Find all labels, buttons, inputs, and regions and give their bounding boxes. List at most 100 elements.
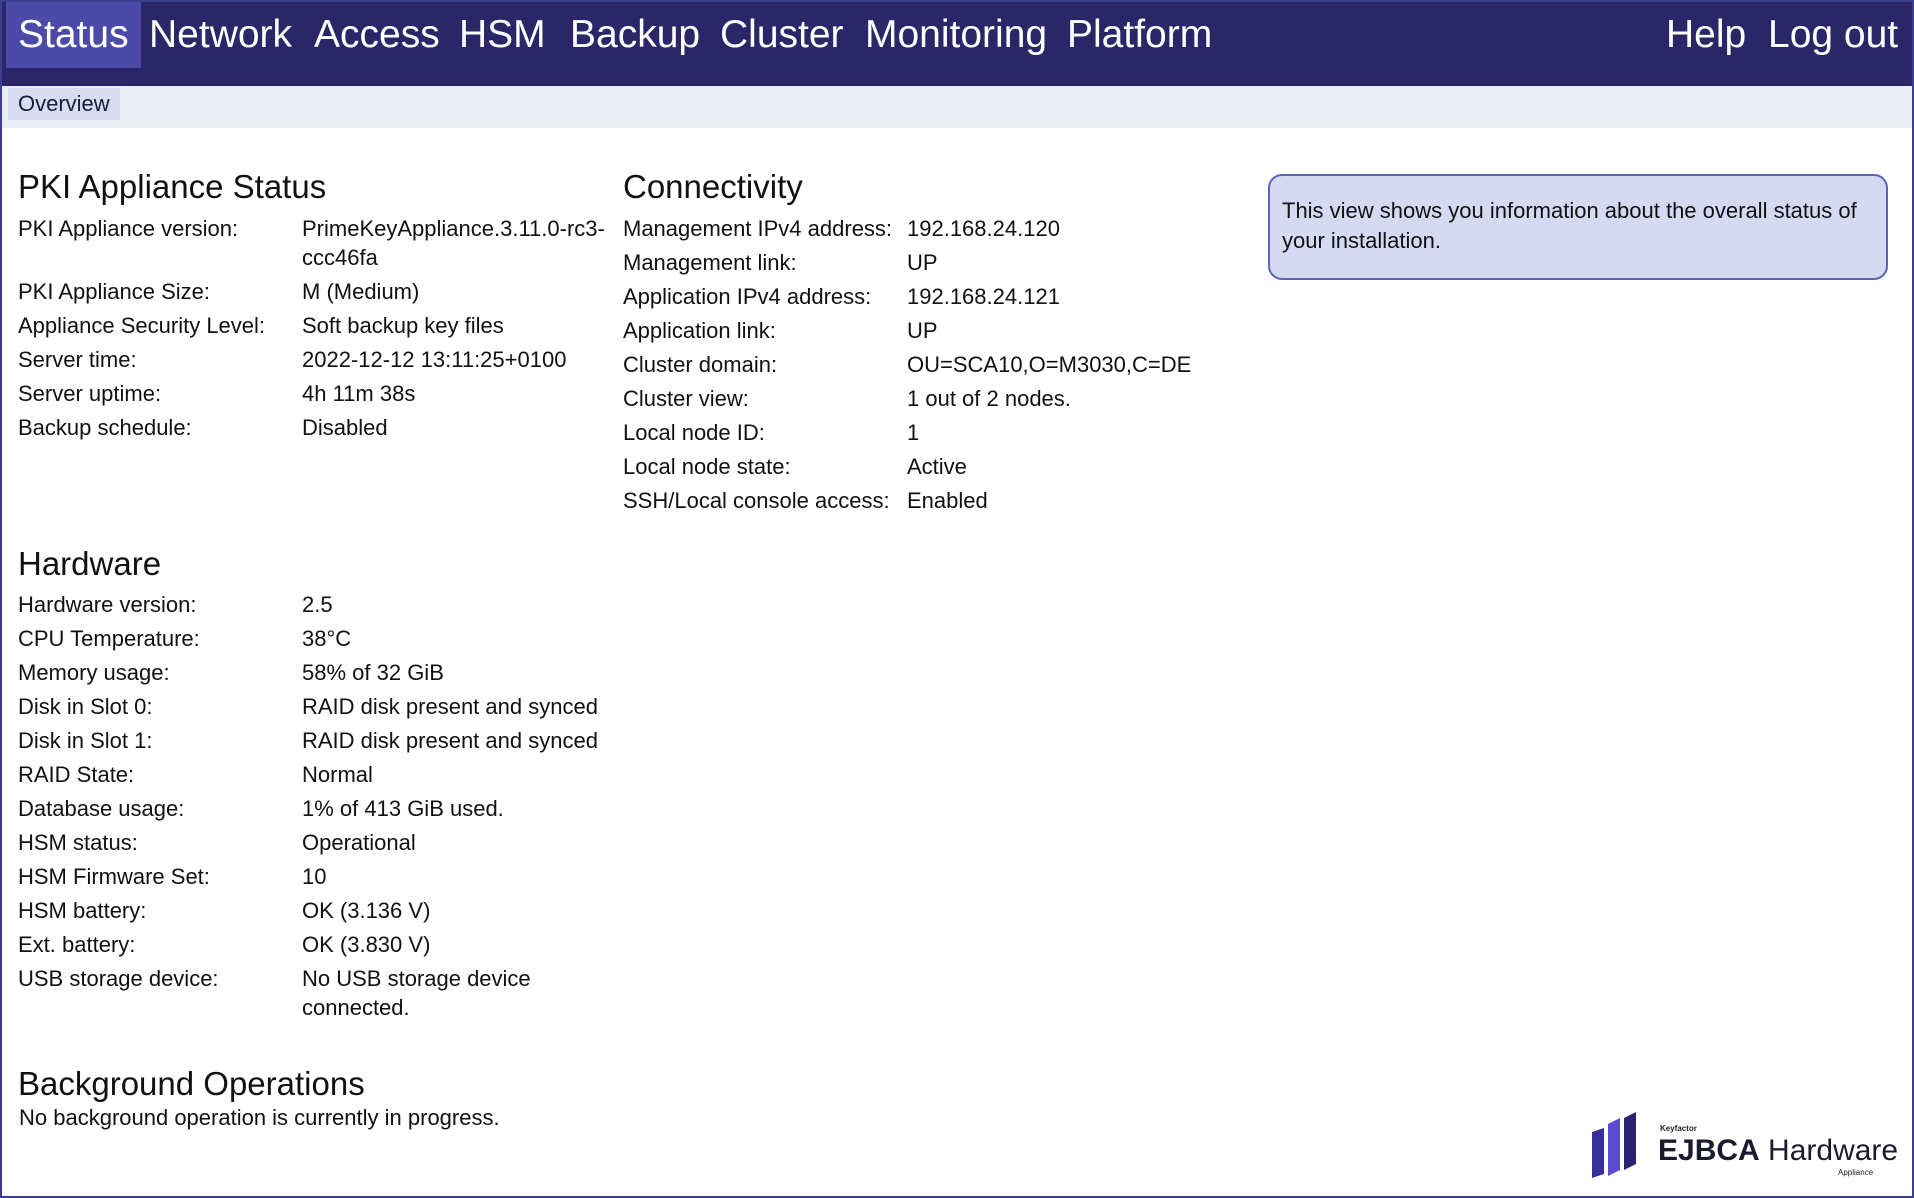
kv-label: Cluster view:: [623, 386, 749, 411]
kv-value: 58% of 32 GiB: [302, 660, 444, 685]
kv-row: Server time: 2022-12-12 13:11:25+0100: [18, 343, 618, 377]
kv-label: HSM battery:: [18, 898, 147, 923]
logo-brand-small: Keyfactor: [1660, 1124, 1697, 1133]
ejbca-logo: Keyfactor EJBCA Hardware Appliance: [1590, 1112, 1898, 1182]
kv-value: RAID disk present and synced: [302, 728, 598, 753]
kv-label: HSM status:: [18, 830, 138, 855]
kv-value: 1: [907, 420, 920, 445]
kv-label: Disk in Slot 1:: [18, 728, 153, 753]
kv-value: PrimeKeyAppliance.3.11.0-rc3-ccc46fa: [302, 216, 605, 270]
kv-label: USB storage device:: [18, 966, 219, 991]
logo-sub: Appliance: [1838, 1168, 1874, 1177]
hardware-heading: Hardware: [18, 545, 162, 582]
kv-row: Ext. battery: OK (3.830 V): [18, 928, 638, 962]
kv-row: PKI Appliance version: PrimeKeyAppliance.…: [18, 212, 618, 275]
kv-value: 10: [302, 864, 327, 889]
kv-row: Application link: UP: [623, 314, 1223, 348]
kv-row: Cluster view: 1 out of 2 nodes.: [623, 382, 1223, 416]
kv-value: Normal: [302, 762, 373, 787]
kv-row: USB storage device: No USB storage device…: [18, 962, 638, 1025]
kv-label: Application IPv4 address:: [623, 284, 872, 309]
kv-row: Server uptime: 4h 11m 38s: [18, 377, 618, 411]
kv-value: UP: [907, 250, 938, 275]
kv-row: Management link: UP: [623, 246, 1223, 280]
logo-brand: EJBCA Hardware: [1658, 1134, 1898, 1168]
kv-row: PKI Appliance Size: M (Medium): [18, 275, 618, 309]
nav-logout[interactable]: Log out: [1756, 2, 1910, 68]
nav-hsm[interactable]: HSM: [447, 2, 558, 68]
info-box: This view shows you information about th…: [1268, 174, 1888, 280]
kv-value: OK (3.136 V): [302, 898, 431, 923]
kv-value: 1 out of 2 nodes.: [907, 386, 1071, 411]
nav-access[interactable]: Access: [302, 2, 452, 68]
kv-label: PKI Appliance version:: [18, 216, 239, 241]
kv-row: Appliance Security Level: Soft backup key…: [18, 309, 618, 343]
kv-value: 192.168.24.121: [907, 284, 1060, 309]
kv-value: OU=SCA10,O=M3030,C=DE: [907, 352, 1192, 377]
connectivity-list: Management IPv4 address: 192.168.24.120 Ma…: [623, 212, 1223, 518]
connectivity-heading: Connectivity: [623, 168, 803, 205]
hardware-list: Hardware version: 2.5 CPU Temperature: 38°C…: [18, 588, 638, 1025]
kv-value: 1% of 413 GiB used.: [302, 796, 504, 821]
nav-network[interactable]: Network: [137, 2, 304, 68]
kv-label: Hardware version:: [18, 592, 197, 617]
kv-row: Cluster domain: OU=SCA10,O=M3030,C=DE: [623, 348, 1223, 382]
pki-status-list: PKI Appliance version: PrimeKeyAppliance.…: [18, 212, 618, 445]
kv-label: Management IPv4 address:: [623, 216, 893, 241]
pki-status-heading: PKI Appliance Status: [18, 168, 327, 205]
kv-label: SSH/Local console access:: [623, 488, 890, 513]
kv-label: RAID State:: [18, 762, 135, 787]
kv-label: Disk in Slot 0:: [18, 694, 153, 719]
kv-label: Ext. battery:: [18, 932, 136, 957]
kv-value: 4h 11m 38s: [302, 381, 416, 406]
kv-row: Backup schedule: Disabled: [18, 411, 618, 445]
nav-help[interactable]: Help: [1654, 2, 1758, 68]
kv-value: Soft backup key files: [302, 313, 504, 338]
kv-row: Database usage: 1% of 413 GiB used.: [18, 792, 638, 826]
background-ops-heading: Background Operations: [18, 1065, 365, 1102]
kv-row: Application IPv4 address: 192.168.24.121: [623, 280, 1223, 314]
kv-row: Hardware version: 2.5: [18, 588, 638, 622]
subtab-overview[interactable]: Overview: [8, 88, 120, 120]
kv-value: OK (3.830 V): [302, 932, 431, 957]
kv-value: 192.168.24.120: [907, 216, 1060, 241]
kv-label: Backup schedule:: [18, 415, 192, 440]
kv-label: Management link:: [623, 250, 797, 275]
kv-row: Local node state: Active: [623, 450, 1223, 484]
sub-navigation-bar: [2, 86, 1912, 128]
nav-cluster[interactable]: Cluster: [708, 2, 856, 68]
logo-brand-bold: EJBCA: [1658, 1134, 1760, 1167]
nav-monitoring[interactable]: Monitoring: [853, 2, 1059, 68]
kv-label: Server uptime:: [18, 381, 162, 406]
kv-value: Operational: [302, 830, 416, 855]
kv-row: Memory usage: 58% of 32 GiB: [18, 656, 638, 690]
app-window: Status Network Access HSM Backup Cluster…: [0, 0, 1914, 1198]
kv-value: 38°C: [302, 626, 352, 651]
ejbca-logo-icon: [1592, 1112, 1636, 1178]
kv-label: CPU Temperature:: [18, 626, 200, 651]
kv-value: UP: [907, 318, 938, 343]
kv-value: M (Medium): [302, 279, 420, 304]
nav-status[interactable]: Status: [6, 2, 141, 68]
kv-label: Cluster domain:: [623, 352, 778, 377]
kv-label: Application link:: [623, 318, 776, 343]
kv-value: Enabled: [907, 488, 988, 513]
kv-label: Appliance Security Level:: [18, 313, 266, 338]
kv-label: Database usage:: [18, 796, 185, 821]
kv-value: 2022-12-12 13:11:25+0100: [302, 347, 567, 372]
kv-row: RAID State: Normal: [18, 758, 638, 792]
kv-value: RAID disk present and synced: [302, 694, 598, 719]
kv-label: Local node state:: [623, 454, 791, 479]
nav-platform[interactable]: Platform: [1055, 2, 1224, 68]
kv-row: SSH/Local console access: Enabled: [623, 484, 1223, 518]
kv-row: Management IPv4 address: 192.168.24.120: [623, 212, 1223, 246]
background-ops-text: No background operation is currently in …: [19, 1105, 500, 1130]
kv-value: 2.5: [302, 592, 333, 617]
kv-label: Local node ID:: [623, 420, 765, 445]
kv-label: Memory usage:: [18, 660, 170, 685]
nav-backup[interactable]: Backup: [558, 2, 712, 68]
kv-value: Disabled: [302, 415, 388, 440]
kv-row: Disk in Slot 0: RAID disk present and syn…: [18, 690, 638, 724]
kv-row: HSM Firmware Set: 10: [18, 860, 638, 894]
kv-row: HSM status: Operational: [18, 826, 638, 860]
